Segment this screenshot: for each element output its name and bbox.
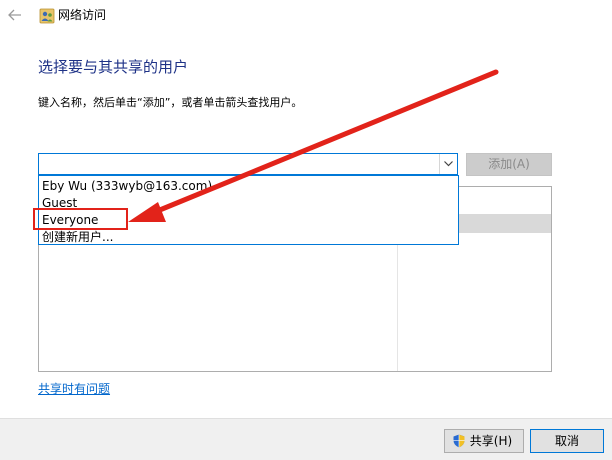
back-arrow-icon [8,9,21,21]
dropdown-item-eby-wu[interactable]: Eby Wu (333wyb@163.com) [40,178,457,194]
dropdown-item-create-new-user[interactable]: 创建新用户... [40,229,457,245]
annotation-highlight-box [33,208,128,230]
combo-dropdown-button[interactable] [439,154,457,174]
sharing-problem-link[interactable]: 共享时有问题 [38,381,110,397]
share-button[interactable]: 共享(H) [444,429,524,453]
add-button[interactable]: 添加(A) [466,153,552,176]
user-combo-box[interactable] [38,153,458,175]
title-bar: 网络访问 [0,0,612,30]
user-name-input[interactable] [39,154,439,174]
chevron-down-icon [444,161,453,167]
dialog-footer: 共享(H) 取消 [0,418,612,460]
back-button[interactable] [4,4,26,26]
page-heading: 选择要与其共享的用户 [38,58,189,76]
uac-shield-icon [453,434,465,448]
network-users-icon [39,8,55,24]
instruction-text: 键入名称，然后单击“添加”，或者单击箭头查找用户。 [38,96,303,109]
window-title: 网络访问 [58,8,107,22]
cancel-button[interactable]: 取消 [530,429,604,453]
